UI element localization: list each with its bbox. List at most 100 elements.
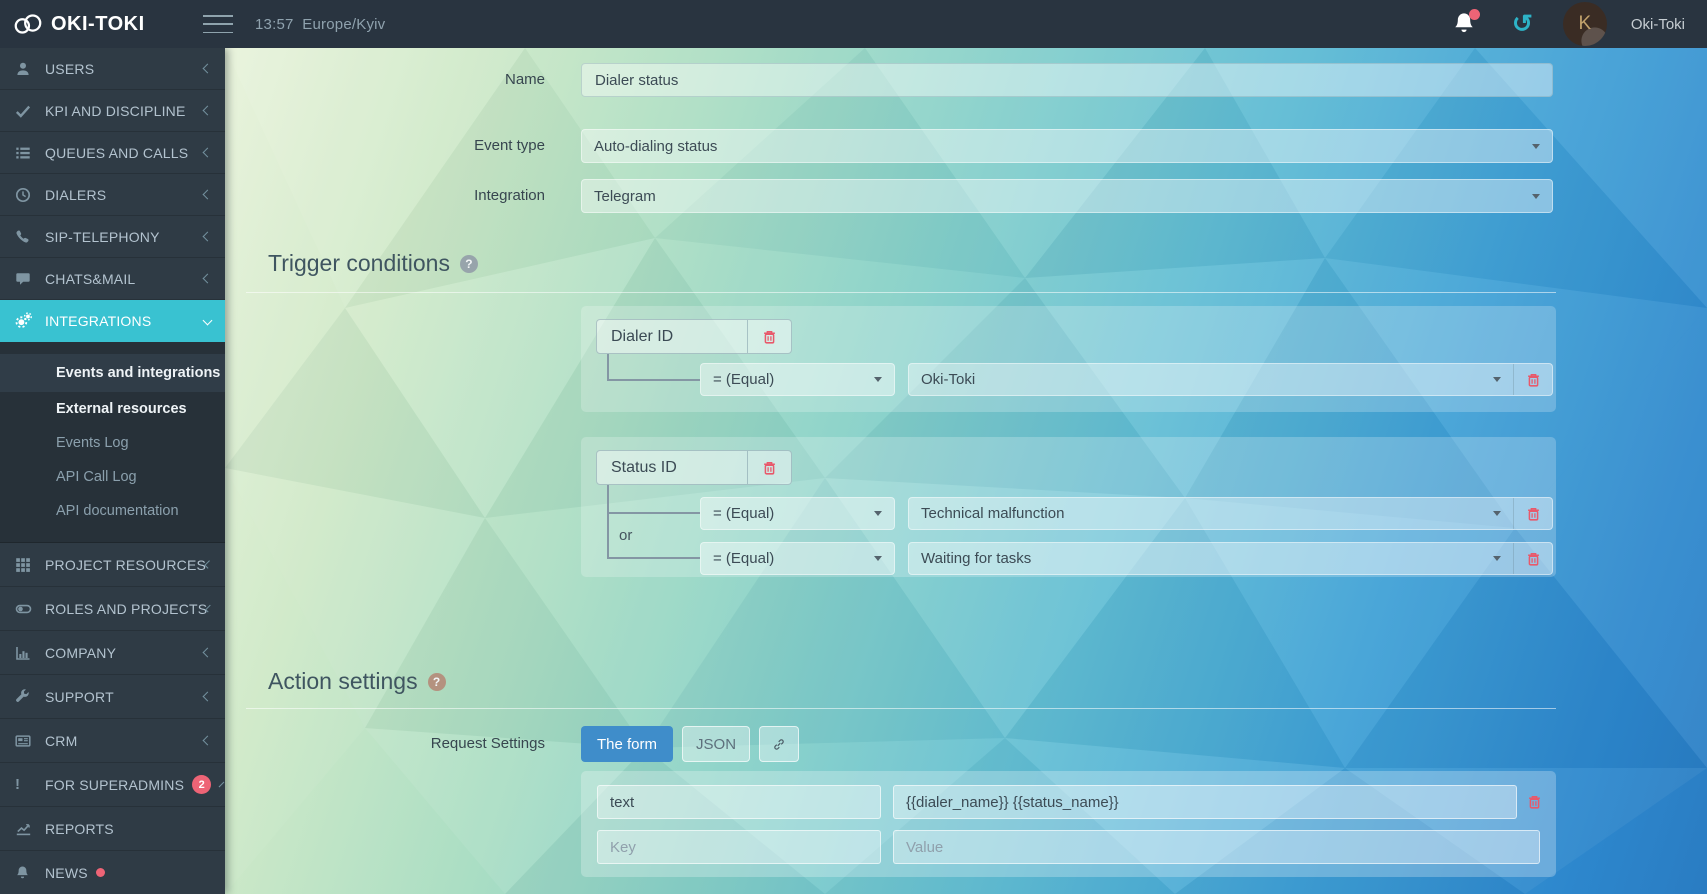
- app-logo[interactable]: OKI-TOKI: [0, 0, 225, 48]
- chevron-left-icon: [203, 648, 213, 658]
- link-button[interactable]: [759, 726, 799, 762]
- delete-condition-button[interactable]: [747, 451, 791, 484]
- sidebar-item-integrations[interactable]: INTEGRATIONS: [0, 300, 225, 342]
- name-label: Name: [225, 63, 545, 97]
- sidebar-item-queues[interactable]: QUEUES AND CALLS: [0, 132, 225, 174]
- condition-value-select[interactable]: Oki-Toki: [908, 363, 1553, 396]
- caret-down-icon: [874, 556, 882, 561]
- exclamation-icon: !: [15, 777, 33, 793]
- integration-label: Integration: [225, 179, 545, 213]
- phone-icon: [15, 229, 33, 245]
- chevron-left-icon: [203, 64, 213, 74]
- tab-json[interactable]: JSON: [682, 726, 750, 762]
- sidebar-item-project-resources[interactable]: PROJECT RESOURCES: [0, 543, 225, 587]
- sidebar-item-label: CHATS&MAIL: [45, 271, 135, 287]
- sidebar-item-label: USERS: [45, 61, 94, 77]
- delete-value-button[interactable]: [1514, 543, 1552, 574]
- sidebar-item-support[interactable]: SUPPORT: [0, 675, 225, 719]
- name-input[interactable]: [581, 63, 1553, 97]
- sidebar-item-label: SIP-TELEPHONY: [45, 229, 160, 245]
- condition-value: Technical malfunction: [921, 505, 1493, 522]
- gears-icon: [15, 313, 33, 329]
- timezone: Europe/Kyiv: [302, 16, 385, 33]
- submenu-item-api-documentation[interactable]: API documentation: [0, 494, 225, 528]
- heading-text: Action settings: [268, 668, 418, 695]
- event-type-select[interactable]: Auto-dialing status: [581, 129, 1553, 163]
- submenu-item-external-resources[interactable]: External resources: [0, 392, 225, 426]
- sidebar-item-reports[interactable]: REPORTS: [0, 807, 225, 851]
- avatar[interactable]: K: [1563, 2, 1607, 46]
- trash-icon: [763, 461, 776, 475]
- sidebar-item-kpi[interactable]: KPI AND DISCIPLINE: [0, 90, 225, 132]
- sidebar-item-chats[interactable]: CHATS&MAIL: [0, 258, 225, 300]
- sidebar-item-users[interactable]: USERS: [0, 48, 225, 90]
- integration-row: Integration Telegram: [225, 179, 1707, 213]
- operator-select[interactable]: = (Equal): [700, 542, 895, 575]
- app-window: OKI-TOKI 13:57 Europe/Kyiv ↺ K Oki-Toki: [0, 0, 1707, 894]
- integration-select[interactable]: Telegram: [581, 179, 1553, 213]
- account-name[interactable]: Oki-Toki: [1631, 16, 1685, 33]
- submenu-item-api-call-log[interactable]: API Call Log: [0, 460, 225, 494]
- time: 13:57: [255, 16, 294, 33]
- user-icon: [15, 61, 33, 77]
- integration-value: Telegram: [594, 188, 1532, 205]
- event-type-value: Auto-dialing status: [594, 138, 1532, 155]
- cloud-logo-icon: [12, 12, 44, 36]
- chevron-left-icon: [219, 782, 225, 788]
- chevron-left-icon: [203, 274, 213, 284]
- value-select-wrap: Technical malfunction: [908, 497, 1553, 530]
- sidebar-item-sip[interactable]: SIP-TELEPHONY: [0, 216, 225, 258]
- sidebar-item-label: FOR SUPERADMINS: [45, 777, 184, 793]
- delete-value-button[interactable]: [1514, 364, 1552, 395]
- chat-bubble-icon: [15, 271, 33, 287]
- condition-group-status-id: Status ID or = (Equal) Technical malfunc…: [581, 437, 1556, 577]
- notification-dot: [1469, 9, 1480, 20]
- avatar-letter: K: [1578, 13, 1591, 35]
- condition-value-select[interactable]: Waiting for tasks: [908, 542, 1553, 575]
- param-value-input[interactable]: [893, 785, 1517, 819]
- chevron-left-icon: [203, 190, 213, 200]
- line-chart-icon: [15, 821, 33, 837]
- chevron-left-icon: [203, 106, 213, 116]
- tab-the-form[interactable]: The form: [581, 726, 673, 762]
- connector-line: [607, 354, 609, 381]
- operator-value: = (Equal): [713, 550, 874, 567]
- integrations-submenu: Events and integrations External resourc…: [0, 342, 225, 543]
- news-notification-dot: [96, 868, 105, 877]
- submenu-item-events-and-integrations[interactable]: Events and integrations: [0, 354, 225, 392]
- sidebar-item-label: CRM: [45, 733, 77, 749]
- help-icon[interactable]: ?: [428, 673, 446, 691]
- sidebar-item-roles[interactable]: ROLES AND PROJECTS: [0, 587, 225, 631]
- sidebar-item-label: INTEGRATIONS: [45, 313, 151, 329]
- operator-value: = (Equal): [713, 505, 874, 522]
- menu-toggle-icon[interactable]: [203, 15, 233, 33]
- sidebar-item-news[interactable]: NEWS: [0, 851, 225, 894]
- sidebar-item-superadmins[interactable]: ! FOR SUPERADMINS 2: [0, 763, 225, 807]
- wrench-icon: [15, 689, 33, 705]
- help-icon[interactable]: ?: [460, 255, 478, 273]
- condition-value-select[interactable]: Technical malfunction: [908, 497, 1553, 530]
- history-icon[interactable]: ↺: [1512, 12, 1533, 36]
- submenu-item-events-log[interactable]: Events Log: [0, 426, 225, 460]
- condition-field-name: Status ID: [597, 451, 747, 484]
- sidebar-item-crm[interactable]: CRM: [0, 719, 225, 763]
- param-value-input-empty[interactable]: [893, 830, 1540, 864]
- sidebar-item-label: DIALERS: [45, 187, 106, 203]
- action-settings-heading: Action settings ?: [268, 668, 446, 695]
- operator-select[interactable]: = (Equal): [700, 497, 895, 530]
- delete-condition-button[interactable]: [747, 320, 791, 353]
- superadmins-badge: 2: [192, 775, 211, 794]
- sidebar-item-company[interactable]: COMPANY: [0, 631, 225, 675]
- param-key-input[interactable]: [597, 785, 881, 819]
- sidebar-item-label: ROLES AND PROJECTS: [45, 601, 207, 617]
- sidebar: USERS KPI AND DISCIPLINE QUEUES AND CALL…: [0, 48, 225, 894]
- delete-param-button[interactable]: [1521, 785, 1547, 819]
- operator-select[interactable]: = (Equal): [700, 363, 895, 396]
- notifications-bell-icon[interactable]: [1452, 11, 1478, 37]
- condition-field-pill[interactable]: Dialer ID: [596, 319, 792, 354]
- sidebar-item-label: NEWS: [45, 865, 88, 881]
- sidebar-item-dialers[interactable]: DIALERS: [0, 174, 225, 216]
- param-key-input-empty[interactable]: [597, 830, 881, 864]
- delete-value-button[interactable]: [1514, 498, 1552, 529]
- condition-field-pill[interactable]: Status ID: [596, 450, 792, 485]
